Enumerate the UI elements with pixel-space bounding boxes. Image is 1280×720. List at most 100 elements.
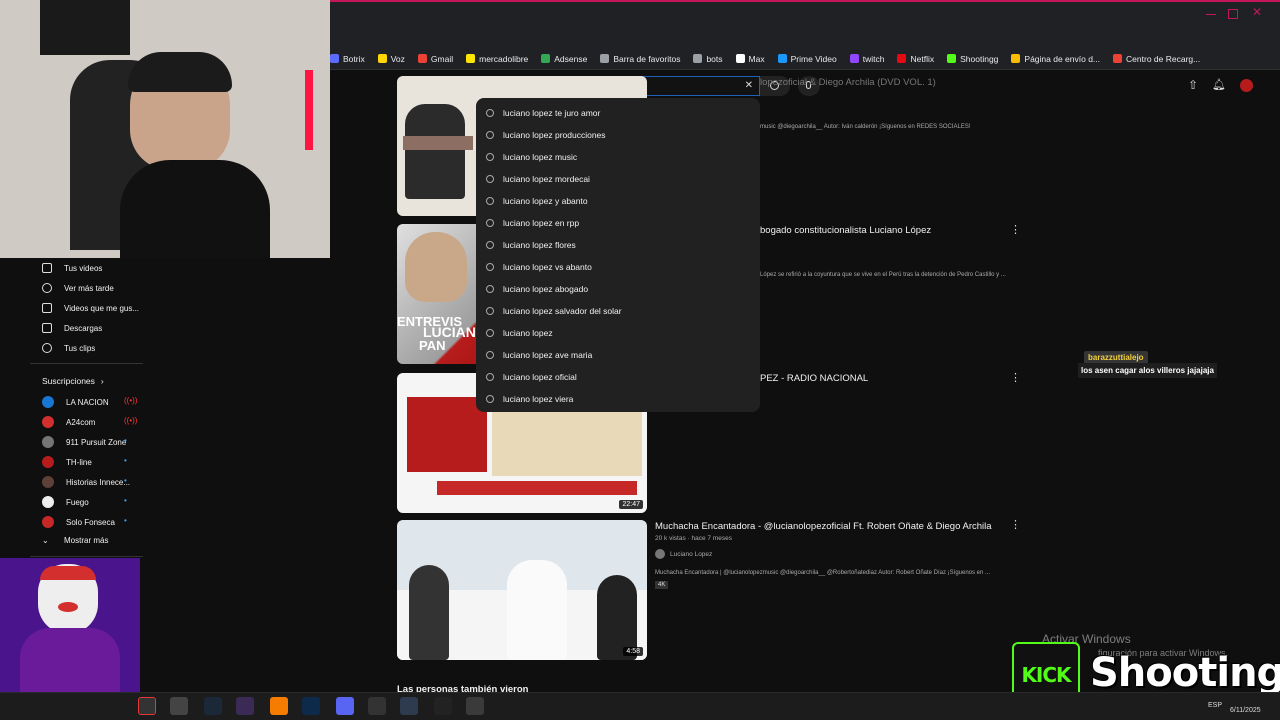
search-suggestion[interactable]: luciano lopez (476, 322, 760, 344)
new-content-dot-icon: • (124, 496, 127, 505)
bookmark-item[interactable]: Gmail (417, 53, 454, 64)
bookmark-label: twitch (862, 53, 885, 64)
bookmark-item[interactable]: Shootingg (947, 54, 998, 64)
streamer-name: Shootingg (1090, 650, 1280, 696)
sidebar-item-label: Tus videos (64, 263, 103, 273)
tray-date[interactable]: 6/11/2025 (1230, 707, 1261, 714)
sidebar-item[interactable]: Descargas (42, 323, 102, 333)
video-title-1[interactable]: lopezoficial & Diego Archila (DVD VOL. 1… (760, 77, 936, 88)
bookmark-item[interactable]: Prime Video (777, 54, 837, 64)
subscriptions-header[interactable]: Suscripciones › (42, 376, 104, 386)
suggestion-text: luciano lopez salvador del solar (503, 306, 622, 316)
suggestion-text: luciano lopez te juro amor (503, 108, 601, 118)
video-menu-icon-3[interactable]: ⋮ (1010, 371, 1021, 384)
search-suggestion[interactable]: luciano lopez vs abanto (476, 256, 760, 278)
bookmark-item[interactable]: Adsense (541, 54, 587, 64)
tray-language[interactable]: ESP (1208, 702, 1222, 709)
show-more-label: Mostrar más (64, 536, 109, 545)
bookmark-item[interactable]: mercadolibre (466, 54, 528, 64)
bookmark-item[interactable]: bots (693, 54, 723, 64)
play-square-icon (42, 263, 52, 273)
upload-icon[interactable]: ⇧ (1188, 78, 1198, 92)
video-channel-4[interactable]: Luciano Lopez (655, 549, 712, 559)
sidebar-item-label: Videos que me gus... (64, 303, 140, 313)
download-icon (42, 323, 52, 333)
close-window-icon[interactable]: ✕ (1252, 5, 1262, 19)
subscription-item[interactable]: Historias Innece... (42, 476, 130, 488)
subscription-item[interactable]: A24com (42, 416, 95, 428)
skull-app-icon[interactable] (434, 697, 452, 715)
subscription-item[interactable]: Fuego (42, 496, 89, 508)
show-more-button[interactable]: ⌄ Mostrar más (42, 536, 108, 545)
game-icon[interactable] (400, 697, 418, 715)
channel-avatar (42, 436, 54, 448)
bookmark-label: Botrix (343, 53, 365, 64)
opera-icon[interactable] (138, 697, 156, 715)
bookmark-label: Gmail (430, 53, 454, 64)
search-suggestion[interactable]: luciano lopez en rpp (476, 212, 760, 234)
subscription-item[interactable]: Solo Fonseca (42, 516, 115, 528)
search-suggestion[interactable]: luciano lopez salvador del solar (476, 300, 760, 322)
bookmark-item[interactable]: Max (735, 54, 765, 64)
search-suggestion[interactable]: luciano lopez mordecai (476, 168, 760, 190)
bookmark-item[interactable]: Barra de favoritos (600, 54, 680, 64)
bookmark-label: Shootingg (960, 53, 999, 64)
bookmark-icon (330, 54, 339, 63)
search-suggestion[interactable]: luciano lopez flores (476, 234, 760, 256)
search-suggestion[interactable]: luciano lopez producciones (476, 124, 760, 146)
search-icon (486, 153, 494, 161)
minimize-icon[interactable] (1206, 9, 1216, 15)
subscription-item[interactable]: TH-line (42, 456, 92, 468)
bookmark-icon (897, 54, 907, 63)
video-menu-icon-4[interactable]: ⋮ (1010, 518, 1021, 531)
bookmark-item[interactable]: Página de envío d... (1011, 54, 1100, 64)
windows-taskbar (0, 692, 1280, 720)
maximize-icon[interactable] (1228, 9, 1238, 19)
vlc-icon[interactable] (270, 697, 288, 715)
subscription-item[interactable]: 911 Pursuit Zone (42, 436, 126, 448)
account-avatar[interactable] (1240, 79, 1253, 92)
search-suggestion[interactable]: luciano lopez ave maria (476, 344, 760, 366)
obs-icon[interactable] (170, 697, 188, 715)
steam-icon[interactable] (204, 697, 222, 715)
bookmark-icon (417, 54, 427, 63)
photoshop-icon[interactable] (302, 697, 320, 715)
bookmark-item[interactable]: Botrix (330, 54, 365, 64)
bookmark-item[interactable]: twitch (849, 53, 885, 64)
search-suggestion[interactable]: luciano lopez y abanto (476, 190, 760, 212)
video-badge-4k: 4K (655, 581, 669, 589)
video-title-3[interactable]: PEZ - RADIO NACIONAL (760, 373, 868, 384)
search-icon (486, 285, 494, 293)
video-menu-icon-2[interactable]: ⋮ (1010, 223, 1021, 236)
bookmark-item[interactable]: Netflix (897, 54, 934, 64)
search-suggestion[interactable]: luciano lopez abogado (476, 278, 760, 300)
search-suggestion[interactable]: luciano lopez viera (476, 388, 760, 410)
sidebar-item[interactable]: Videos que me gus... (42, 303, 139, 313)
sidebar-item[interactable]: Ver más tarde (42, 283, 114, 293)
notifications-bell-icon[interactable]: 🔔︎ (1212, 78, 1226, 91)
video-thumbnail-4[interactable]: 4:58 (397, 520, 647, 660)
bookmark-icon (1011, 54, 1021, 63)
terminal-icon[interactable] (368, 697, 386, 715)
video-title-2[interactable]: bogado constitucionalista Luciano López (760, 225, 931, 236)
pen-app-icon[interactable] (236, 697, 254, 715)
sidebar-item[interactable]: Tus videos (42, 263, 102, 273)
discord-icon[interactable] (336, 697, 354, 715)
bookmark-item[interactable]: Voz (377, 54, 405, 64)
subscription-item[interactable]: LA NACION (42, 396, 109, 408)
bookmark-item[interactable]: Centro de Recarg... (1113, 54, 1200, 64)
video-desc-1: music @diegoarchila__ Autor: Iván calder… (760, 124, 971, 130)
live-indicator-icon: ((•)) (124, 396, 138, 405)
avatar-overlay (0, 558, 140, 692)
video-title-4[interactable]: Muchacha Encantadora - @lucianolopezofic… (655, 521, 992, 532)
search-suggestion[interactable]: luciano lopez music (476, 146, 760, 168)
suggestion-text: luciano lopez en rpp (503, 218, 580, 228)
bookmark-label: Adsense (554, 53, 588, 64)
sidebar-item[interactable]: Tus clips (42, 343, 95, 353)
search-suggestion[interactable]: luciano lopez te juro amor (476, 102, 760, 124)
clear-search-icon[interactable]: ✕ (745, 80, 753, 91)
subscriptions-label: Suscripciones (42, 376, 95, 386)
sidebar-item-label: Tus clips (64, 343, 96, 353)
search-suggestion[interactable]: luciano lopez oficial (476, 366, 760, 388)
browser-taskbar-icon[interactable] (466, 697, 484, 715)
